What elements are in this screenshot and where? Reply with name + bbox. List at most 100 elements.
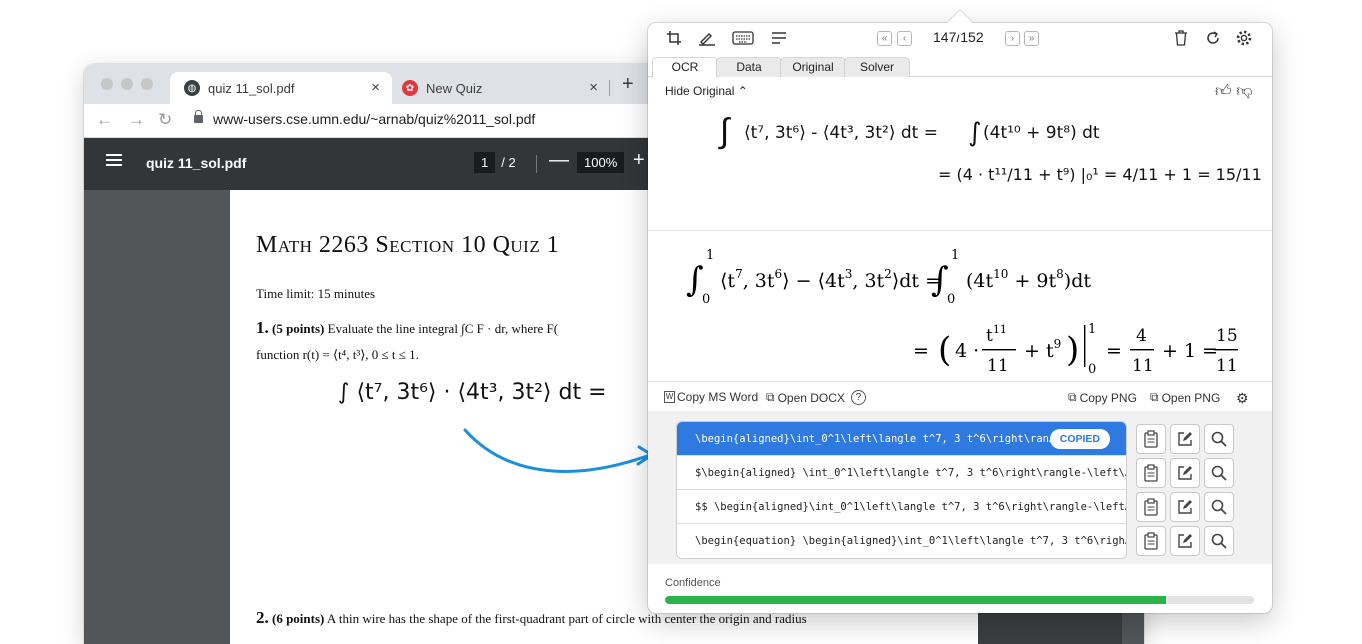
- ocr-app-window: « ‹ 147/152 › » OCR Data Original Solver…: [648, 23, 1272, 613]
- copied-badge: COPIED: [1049, 429, 1110, 449]
- rendered-equation: ∫ 1 0 ⟨t7, 3t6⟩ − ⟨4t3, 3t2⟩dt = ∫ 1 0 (…: [686, 248, 1238, 377]
- svg-text:15: 15: [1216, 326, 1238, 346]
- app-tabs: OCR Data Original Solver: [648, 53, 1272, 78]
- menu-icon[interactable]: [106, 154, 122, 166]
- open-docx-button[interactable]: ⧉ Open DOCX?: [766, 390, 866, 405]
- question-1: 1. (5 points) Evaluate the line integral…: [256, 318, 558, 338]
- clipboard-icon[interactable]: [1136, 458, 1166, 488]
- svg-text:0: 0: [947, 292, 955, 307]
- svg-text:⟨t7, 3t6⟩ − ⟨4t3, 3t2⟩dt =: ⟨t7, 3t6⟩ − ⟨4t3, 3t2⟩dt =: [720, 267, 941, 292]
- hide-original-toggle[interactable]: Hide Original ⌃: [665, 84, 748, 98]
- reload-icon[interactable]: ↻: [158, 110, 172, 130]
- clipboard-icon[interactable]: [1136, 492, 1166, 522]
- quiz-logo-icon: ✿: [402, 80, 418, 96]
- results-panel: \begin{aligned}\int_0^1\left\langle t^7,…: [648, 411, 1272, 564]
- svg-text:0: 0: [702, 292, 710, 307]
- thumbs-down-icon[interactable]: 👎︎: [1236, 83, 1252, 100]
- edit-icon[interactable]: [1170, 492, 1200, 522]
- edit-icon[interactable]: [1170, 526, 1200, 556]
- new-tab-button[interactable]: +: [622, 73, 634, 96]
- zoom-level[interactable]: 100%: [577, 152, 625, 173]
- handwritten-line-1-right: (4t¹⁰ + 9t⁸) dt: [983, 123, 1100, 143]
- search-icon[interactable]: [1204, 424, 1234, 454]
- page-indicator: 1 / 2: [474, 152, 516, 173]
- tab-solver[interactable]: Solver: [844, 57, 910, 77]
- forward-arrow-icon[interactable]: →: [128, 110, 145, 130]
- url-field[interactable]: www-users.cse.umn.edu/~arnab/quiz%2011_s…: [194, 110, 535, 127]
- page-number-input[interactable]: 1: [474, 152, 496, 173]
- window-close-dot[interactable]: [101, 78, 113, 90]
- refresh-icon[interactable]: [1204, 29, 1222, 47]
- question-text: Evaluate the line integral ∫C F · dr, wh…: [327, 321, 559, 336]
- crop-capture-icon[interactable]: [665, 29, 683, 47]
- close-tab-icon[interactable]: ×: [589, 79, 598, 96]
- result-text: $\begin{aligned} \int_0^1\left\langle t^…: [695, 467, 1127, 479]
- svg-text:(4t10 + 9t8)dt: (4t10 + 9t8)dt: [966, 267, 1091, 292]
- close-tab-icon[interactable]: ×: [371, 79, 380, 96]
- browser-tab-quiz[interactable]: ◍ quiz 11_sol.pdf ×: [170, 72, 392, 104]
- zoom-in-button[interactable]: +: [633, 149, 645, 172]
- question-number: 1.: [256, 318, 269, 337]
- window-zoom-dot[interactable]: [141, 78, 153, 90]
- question-1-line-2: function r(t) = ⟨t⁴, t³⟩, 0 ≤ t ≤ 1.: [256, 347, 419, 362]
- confidence-fill: [665, 596, 1166, 604]
- trash-icon[interactable]: [1172, 29, 1190, 47]
- clipboard-icon[interactable]: [1136, 424, 1166, 454]
- word-icon: W: [664, 391, 675, 403]
- last-page-button[interactable]: »: [1024, 31, 1039, 46]
- open-external-icon: ⧉: [1150, 390, 1159, 404]
- text-lines-icon[interactable]: [770, 29, 788, 47]
- edit-icon[interactable]: [1170, 424, 1200, 454]
- svg-text:0: 0: [1088, 362, 1096, 377]
- tab-ocr[interactable]: OCR: [652, 57, 718, 78]
- svg-text:+ 1 =: + 1 =: [1162, 340, 1218, 362]
- tab-title: New Quiz: [426, 80, 483, 96]
- handwritten-integral-sign: ∫: [968, 118, 982, 148]
- result-text: \begin{equation} \begin{aligned}\int_0^1…: [695, 535, 1127, 547]
- thumbs-up-icon[interactable]: 👍︎: [1215, 83, 1232, 100]
- tab-data[interactable]: Data: [716, 57, 782, 77]
- first-page-button[interactable]: «: [877, 31, 892, 46]
- pdf-filename: quiz 11_sol.pdf: [146, 155, 247, 171]
- browser-tab-new-quiz[interactable]: ✿ New Quiz ×: [388, 72, 610, 104]
- page-total: / 2: [501, 155, 516, 170]
- settings-sliders-icon[interactable]: ⚙︎: [1236, 390, 1249, 407]
- result-item[interactable]: $\begin{aligned} \int_0^1\left\langle t^…: [677, 456, 1127, 490]
- svg-text:): ): [1066, 330, 1079, 370]
- svg-text:(: (: [938, 330, 951, 370]
- clipboard-icon[interactable]: [1136, 526, 1166, 556]
- svg-text:11: 11: [1216, 356, 1238, 376]
- back-arrow-icon[interactable]: ←: [96, 110, 113, 130]
- svg-text:=: =: [913, 340, 929, 362]
- keyboard-icon[interactable]: [732, 29, 754, 47]
- zoom-out-button[interactable]: —: [549, 149, 569, 172]
- rendered-math: ∫ 1 0 ⟨t7, 3t6⟩ − ⟨4t3, 3t2⟩dt = ∫ 1 0 (…: [648, 231, 1272, 381]
- open-png-button[interactable]: ⧉ Open PNG: [1150, 390, 1220, 405]
- window-minimize-dot[interactable]: [121, 78, 133, 90]
- search-icon[interactable]: [1204, 526, 1234, 556]
- next-page-button[interactable]: ›: [1005, 31, 1020, 46]
- open-png-label: Open PNG: [1161, 390, 1221, 405]
- prev-page-button[interactable]: ‹: [897, 31, 912, 46]
- chevron-up-icon: ⌃: [737, 84, 748, 98]
- gear-icon[interactable]: [1235, 29, 1253, 47]
- handwritten-line-1-left: ⟨t⁷, 3t⁶⟩ - ⟨4t³, 3t²⟩ dt =: [744, 123, 938, 143]
- svg-text:=: =: [1106, 340, 1122, 362]
- result-item[interactable]: \begin{aligned}\int_0^1\left\langle t^7,…: [677, 422, 1126, 456]
- search-icon[interactable]: [1204, 492, 1234, 522]
- tab-original[interactable]: Original: [780, 57, 846, 77]
- edit-icon[interactable]: [1170, 458, 1200, 488]
- handwriting-pen-icon[interactable]: [698, 29, 716, 47]
- toolbar-divider: [536, 155, 537, 173]
- question-text: A thin wire has the shape of the first-q…: [326, 611, 807, 626]
- copy-png-button[interactable]: ⧉ Copy PNG: [1068, 390, 1137, 405]
- help-icon[interactable]: ?: [850, 390, 866, 405]
- question-points: (5 points): [272, 321, 325, 336]
- copy-ms-word-button[interactable]: W Copy MS Word: [664, 390, 758, 404]
- result-item[interactable]: $$ \begin{aligned}\int_0^1\left\langle t…: [677, 490, 1126, 524]
- svg-text:1: 1: [1088, 322, 1096, 337]
- time-limit: Time limit: 15 minutes: [256, 286, 376, 301]
- result-item[interactable]: \begin{equation} \begin{aligned}\int_0^1…: [677, 524, 1127, 558]
- page-title: Math 2263 Section 10 Quiz 1: [256, 232, 560, 258]
- search-icon[interactable]: [1204, 458, 1234, 488]
